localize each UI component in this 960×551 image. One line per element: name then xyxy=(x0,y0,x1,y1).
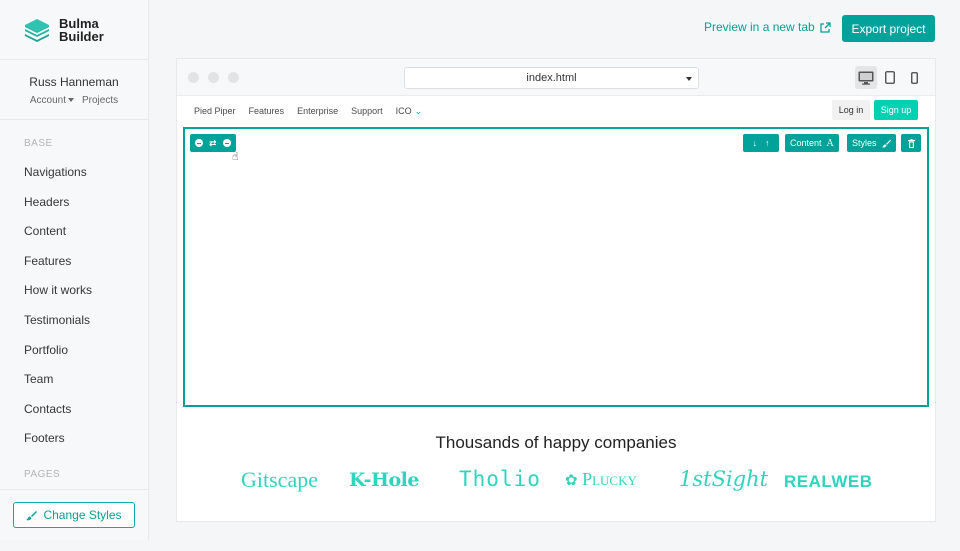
sidebar-item-contacts[interactable]: Contacts xyxy=(24,395,148,425)
brand-name: Bulma Builder xyxy=(59,17,104,43)
logo-gitscape: Gitscape xyxy=(241,467,318,492)
change-styles-button[interactable]: Change Styles xyxy=(13,502,135,528)
nav-link-enterprise[interactable]: Enterprise xyxy=(297,106,338,116)
browser-chrome: index.html xyxy=(177,59,935,96)
delete-block-button[interactable] xyxy=(901,134,921,152)
brand[interactable]: Bulma Builder xyxy=(0,0,148,60)
layers-icon xyxy=(25,18,49,42)
account-dropdown[interactable]: Account xyxy=(30,95,74,106)
add-block-below-button[interactable] xyxy=(222,139,231,147)
preview-link[interactable]: Preview in a new tab xyxy=(704,20,831,34)
content-label: Content xyxy=(790,138,822,148)
page-select-value: index.html xyxy=(526,72,577,84)
sidebar-footer: Change Styles xyxy=(0,489,148,540)
preview-label: Preview in a new tab xyxy=(704,20,815,34)
paintbrush-icon xyxy=(26,510,38,520)
trash-icon xyxy=(907,138,915,148)
ico-label: ICO xyxy=(395,105,412,116)
page-select[interactable]: index.html xyxy=(404,67,699,89)
user-name: Russ Hanneman xyxy=(29,75,119,89)
projects-link[interactable]: Projects xyxy=(82,95,118,106)
arrow-up-icon: ↑ xyxy=(765,138,770,148)
mobile-icon xyxy=(910,71,918,84)
add-block-above-button[interactable] xyxy=(195,139,203,147)
desktop-icon xyxy=(858,71,874,85)
section-label-pages: PAGES xyxy=(24,468,61,480)
font-icon: A xyxy=(826,137,834,149)
site-navbar: Pied Piper Features Enterprise Support I… xyxy=(177,96,935,126)
chevron-down-icon: ⌄ xyxy=(414,105,423,116)
sidebar-item-testimonials[interactable]: Testimonials xyxy=(24,306,148,336)
nav-link-pied-piper[interactable]: Pied Piper xyxy=(194,106,236,116)
login-button[interactable]: Log in xyxy=(832,100,870,120)
device-desktop-button[interactable] xyxy=(855,66,877,89)
window-dot xyxy=(228,72,239,83)
logo-realweb: REALWEB xyxy=(784,472,873,491)
logo-plucky: ✿ Plucky xyxy=(565,469,637,490)
window-dot xyxy=(188,72,199,83)
section-label-base: BASE xyxy=(24,138,53,149)
sidebar-item-headers[interactable]: Headers xyxy=(24,188,148,218)
sidebar-item-features[interactable]: Features xyxy=(24,247,148,277)
move-up-button[interactable]: ↑ xyxy=(765,138,770,148)
block-actions-left: ⇄ ☝ xyxy=(190,134,239,163)
caret-down-icon xyxy=(68,98,74,103)
change-styles-label: Change Styles xyxy=(43,508,122,522)
signup-button[interactable]: Sign up xyxy=(874,100,918,120)
sidebar: Bulma Builder Russ Hanneman Account Proj… xyxy=(0,0,149,540)
brand-line2: Builder xyxy=(59,28,104,44)
shuffle-icon: ⇄ xyxy=(209,137,217,148)
logo-k-hole: K-Hole xyxy=(349,469,419,491)
logo-1stsight: 1stSight xyxy=(679,467,769,491)
brand-line1: Bulma xyxy=(59,15,99,31)
add-below-icon xyxy=(222,139,231,147)
add-above-icon xyxy=(195,139,203,147)
account-label: Account xyxy=(29,95,66,106)
caret-down-icon xyxy=(686,77,692,81)
sidebar-menu: BASE Navigations Headers Content Feature… xyxy=(0,129,148,489)
sidebar-item-navigations[interactable]: Navigations xyxy=(24,158,148,188)
nav-link-ico[interactable]: ICO ⌄ xyxy=(396,106,423,117)
companies-title: Thousands of happy companies xyxy=(435,433,677,452)
sidebar-item-portfolio[interactable]: Portfolio xyxy=(24,336,148,366)
window-dot xyxy=(208,72,219,83)
sidebar-item-content[interactable]: Content xyxy=(24,217,148,247)
sidebar-item-team[interactable]: Team xyxy=(24,365,148,395)
content-button[interactable]: Content A xyxy=(785,134,839,152)
tablet-icon xyxy=(885,71,895,84)
sidebar-item-footers[interactable]: Footers xyxy=(24,424,148,454)
logo-tholio: Tholio xyxy=(459,467,541,491)
logo-plucky-text: Plucky xyxy=(582,469,637,489)
export-project-button[interactable]: Export project xyxy=(842,15,935,42)
sidebar-item-how-it-works[interactable]: How it works xyxy=(24,276,148,306)
move-block-buttons: ↓ ↑ xyxy=(743,134,779,152)
styles-button[interactable]: Styles xyxy=(847,134,896,152)
nav-link-support[interactable]: Support xyxy=(351,106,383,116)
preview-frame: index.html Pied Piper Features Enterpris… xyxy=(176,58,936,522)
move-down-button[interactable]: ↓ xyxy=(753,138,758,148)
paw-icon: ✿ xyxy=(565,473,578,489)
shuffle-block-button[interactable]: ⇄ xyxy=(209,138,217,149)
user-panel: Russ Hanneman Account Projects xyxy=(0,60,148,120)
device-mobile-button[interactable] xyxy=(907,66,921,89)
arrow-down-icon: ↓ xyxy=(752,138,758,148)
device-tablet-button[interactable] xyxy=(883,66,897,89)
paintbrush-icon xyxy=(881,139,891,147)
nav-link-features[interactable]: Features xyxy=(249,106,285,116)
selected-block[interactable]: ⇄ ☝ ↓ ↑ Content A Styles xyxy=(183,127,929,407)
external-link-icon xyxy=(820,21,831,33)
styles-label: Styles xyxy=(852,138,877,148)
hand-cursor-icon: ☝ xyxy=(232,151,239,163)
